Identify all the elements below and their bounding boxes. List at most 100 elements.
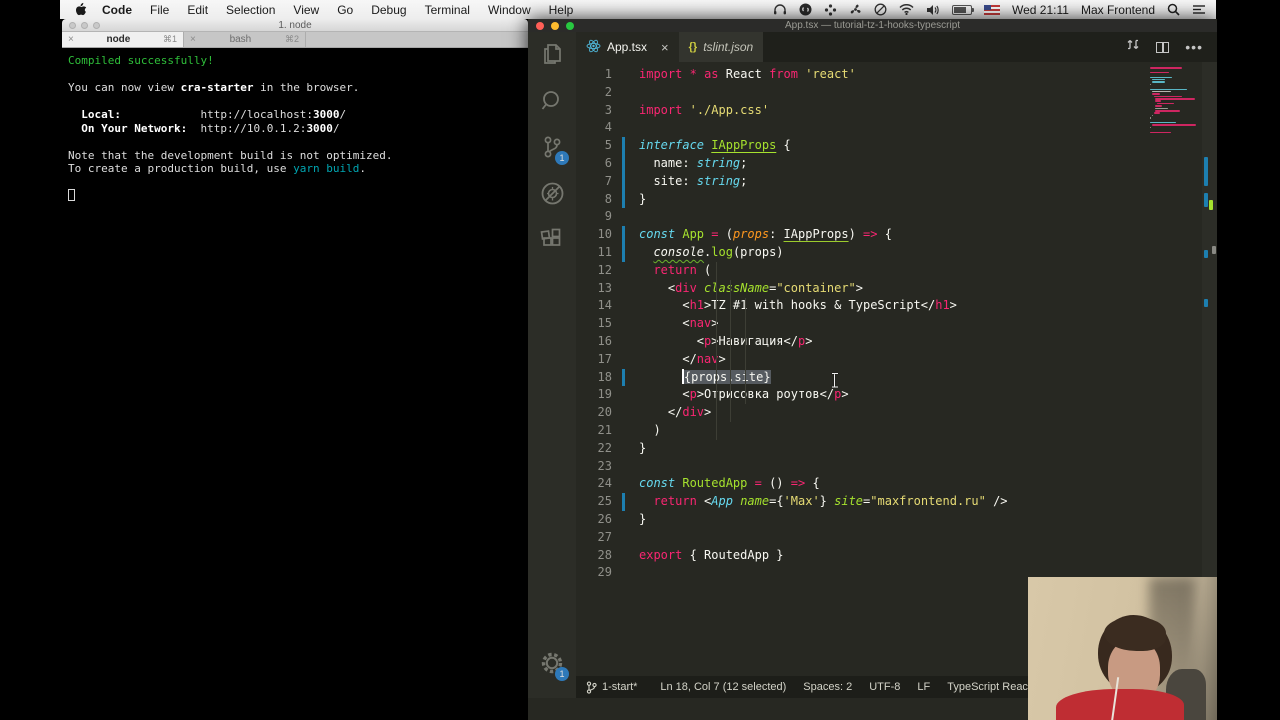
code-line-5[interactable]: 5 interface IAppProps { (576, 137, 1217, 155)
zoom-button[interactable] (566, 21, 574, 30)
extensions-icon[interactable] (528, 216, 576, 262)
vscode-titlebar[interactable]: App.tsx — tutorial-tz-1-hooks-typescript (528, 19, 1217, 32)
menu-window[interactable]: Window (479, 3, 540, 17)
encoding[interactable]: UTF-8 (869, 681, 900, 693)
line-number: 1 (604, 67, 612, 81)
menu-debug[interactable]: Debug (362, 3, 415, 17)
eol[interactable]: LF (917, 681, 930, 693)
menu-user[interactable]: Max Frontend (1081, 3, 1155, 17)
code-line-17[interactable]: 17 </nav> (576, 351, 1217, 369)
menu-selection[interactable]: Selection (217, 3, 284, 17)
code-line-3[interactable]: 3 import './App.css' (576, 102, 1217, 120)
code-line-28[interactable]: 28 export { RoutedApp } (576, 547, 1217, 565)
cursor-position[interactable]: Ln 18, Col 7 (12 selected) (660, 681, 786, 693)
tab-tslint-json[interactable]: {} tslint.json (678, 32, 764, 62)
explorer-icon[interactable] (528, 32, 576, 78)
app-dots-icon[interactable] (824, 3, 837, 16)
zoom-button[interactable] (93, 22, 100, 29)
menu-clock[interactable]: Wed 21:11 (1012, 3, 1069, 17)
fan-icon[interactable] (849, 3, 862, 16)
menu-go[interactable]: Go (328, 3, 362, 17)
code-line-6[interactable]: 6 name: string; (576, 154, 1217, 173)
minimize-button[interactable] (551, 21, 559, 30)
code-line-11[interactable]: 11 console.log(props) (576, 243, 1217, 262)
code-line-4[interactable]: 4 (576, 119, 1217, 137)
git-gutter (612, 440, 639, 458)
battery-icon[interactable] (952, 4, 975, 15)
indentation[interactable]: Spaces: 2 (803, 681, 852, 693)
vscode-window-controls[interactable] (536, 21, 574, 30)
menu-help[interactable]: Help (540, 3, 583, 17)
debug-icon[interactable] (528, 170, 576, 216)
more-actions-icon[interactable]: ••• (1185, 39, 1203, 55)
search-icon[interactable] (528, 78, 576, 124)
terminal-window: 1. node × node ⌘1 × bash ⌘2 Compiled successf… (62, 19, 528, 720)
do-not-disturb-icon[interactable] (874, 3, 887, 16)
code-line-23[interactable]: 23 (576, 458, 1217, 476)
vscode-window-title: App.tsx — tutorial-tz-1-hooks-typescript (784, 20, 961, 31)
code-line-14[interactable]: 14 <h1>TZ #1 with hooks & TypeScript</h1… (576, 297, 1217, 315)
close-button[interactable] (536, 21, 544, 30)
git-gutter (612, 102, 639, 120)
terminal-tab-bash[interactable]: × bash ⌘2 (184, 32, 306, 47)
spotlight-search-icon[interactable] (1167, 3, 1180, 16)
minimap[interactable] (1150, 67, 1200, 136)
open-changes-icon[interactable] (1126, 37, 1140, 57)
git-gutter (612, 529, 639, 547)
terminal-titlebar[interactable]: 1. node (62, 19, 528, 32)
terminal-tab-node[interactable]: × node ⌘1 (62, 32, 184, 47)
code-line-27[interactable]: 27 (576, 529, 1217, 547)
code-line-13[interactable]: 13 <div className="container"> (576, 280, 1217, 298)
code-line-2[interactable]: 2 (576, 84, 1217, 102)
menu-view[interactable]: View (284, 3, 328, 17)
menu-file[interactable]: File (141, 3, 178, 17)
settings-gear-icon[interactable]: 1 (528, 640, 576, 686)
text-cursor-pointer (831, 373, 838, 388)
code-line-25[interactable]: 25 return <App name={'Max'} site="maxfro… (576, 493, 1217, 511)
menu-edit[interactable]: Edit (178, 3, 217, 17)
git-gutter (612, 422, 639, 440)
git-gutter (612, 564, 639, 582)
wifi-icon[interactable] (899, 4, 914, 15)
git-modified-marker (612, 226, 639, 244)
code-line-20[interactable]: 20 </div> (576, 404, 1217, 422)
code-line-19[interactable]: 19 <p>Отрисовка роутов</p> (576, 386, 1217, 404)
tab-app-tsx[interactable]: App.tsx × (576, 32, 679, 62)
apple-menu-icon[interactable] (74, 2, 87, 17)
ruler-warning-mark (1209, 200, 1213, 210)
terminal-window-controls[interactable] (69, 22, 100, 29)
code-line-8[interactable]: 8} (576, 190, 1217, 209)
code-line-7[interactable]: 7 site: string; (576, 172, 1217, 191)
code-line-12[interactable]: 12 return ( (576, 262, 1217, 280)
line-number: 2 (604, 84, 612, 99)
webcam-overlay (1028, 577, 1217, 720)
git-gutter (612, 66, 639, 84)
code-line-26[interactable]: 26} (576, 511, 1217, 529)
code-line-22[interactable]: 22} (576, 440, 1217, 458)
volume-icon[interactable] (926, 4, 940, 16)
code-line-15[interactable]: 15 <nav> (576, 315, 1217, 333)
code-line-1[interactable]: 1 import * as React from 'react' (576, 66, 1217, 84)
menu-terminal[interactable]: Terminal (416, 3, 479, 17)
terminal-output[interactable]: Compiled successfully! You can now view … (62, 48, 528, 719)
input-flag-icon[interactable] (984, 4, 1001, 15)
code-line-10[interactable]: 10 const App = (props: IAppProps) => { (576, 226, 1217, 244)
split-editor-icon[interactable] (1156, 41, 1170, 53)
code-line-21[interactable]: 21 ) (576, 422, 1217, 440)
headphones-icon[interactable] (773, 3, 787, 16)
source-control-icon[interactable]: 1 (528, 124, 576, 170)
notification-center-icon[interactable] (1192, 4, 1206, 15)
close-tab-icon[interactable]: × (661, 40, 669, 55)
git-branch-item[interactable]: 1-start* (576, 681, 637, 694)
close-button[interactable] (69, 22, 76, 29)
shazam-icon[interactable] (799, 3, 812, 16)
minimize-button[interactable] (81, 22, 88, 29)
terminal-window-title: 1. node (278, 19, 312, 31)
code-line-16[interactable]: 16 <p>Навигация</p> (576, 333, 1217, 351)
language-mode[interactable]: TypeScript React (947, 681, 1031, 693)
code-line-18[interactable]: 18 {props.site} (576, 368, 1217, 387)
menu-code[interactable]: Code (93, 3, 141, 17)
code-line-24[interactable]: 24 const RoutedApp = () => { (576, 475, 1217, 493)
code-line-9[interactable]: 9 (576, 208, 1217, 226)
line-number: 27 (597, 529, 612, 544)
